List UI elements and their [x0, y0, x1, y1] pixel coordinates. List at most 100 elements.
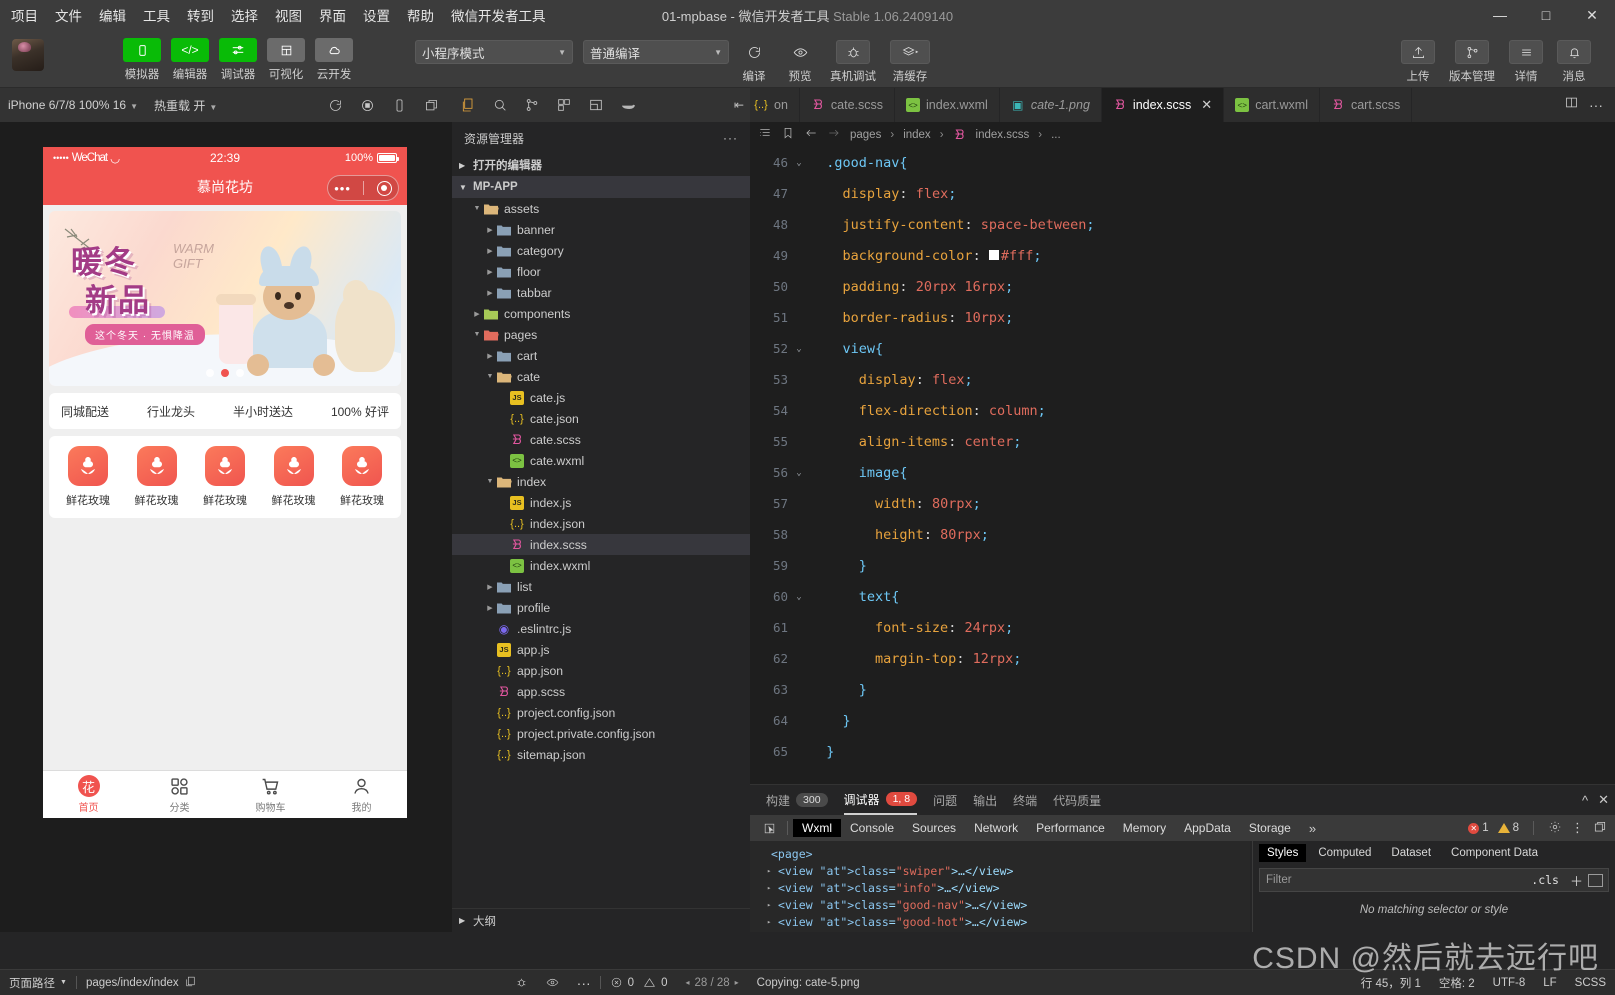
tabbar-item-profile[interactable]: 我的 [316, 771, 407, 818]
menu-item-4[interactable]: 转到 [185, 3, 216, 27]
menu-item-8[interactable]: 设置 [361, 3, 392, 27]
banner-swiper[interactable]: 暖冬 新品 WARM GIFT 这个冬天 · 无惧降温 [49, 211, 401, 386]
preview-button[interactable]: 预览 [781, 40, 819, 84]
code-line-48[interactable]: 48 justify-content: space-between; [750, 209, 1615, 240]
code-line-65[interactable]: 65 } [750, 736, 1615, 767]
code-line-46[interactable]: 46 ⌄ .good-nav{ [750, 147, 1615, 178]
code-line-63[interactable]: 63 } [750, 674, 1615, 705]
banner-pagination[interactable] [49, 369, 401, 377]
panel-tab-problems[interactable]: 问题 [933, 785, 957, 815]
tree-item-cate-json[interactable]: ▶{..}cate.json [452, 408, 750, 429]
tree-item-assets[interactable]: ▼ assets [452, 198, 750, 219]
menu-item-10[interactable]: 微信开发者工具 [449, 3, 548, 27]
fold-toggle-icon[interactable]: ⌄ [788, 592, 810, 602]
code-line-62[interactable]: 62 margin-top: 12rpx; [750, 643, 1615, 674]
collapse-panel-icon[interactable]: ^ [1582, 793, 1588, 808]
menu-bar[interactable]: 项目 文件 编辑 工具 转到 选择 视图 界面 设置 帮助 微信开发者工具 [0, 3, 548, 27]
color-swatch[interactable] [988, 249, 999, 260]
code-line-60[interactable]: 60 ⌄ text{ [750, 581, 1615, 612]
simulator-button[interactable]: 模拟器 [118, 38, 166, 82]
hotreload-select[interactable]: 热重载 开 ▼ [146, 97, 225, 114]
dock-icon[interactable] [1593, 820, 1607, 837]
wxml-node-0[interactable]: <page> [760, 845, 1250, 862]
toggle-sidebar-icon[interactable] [1588, 873, 1603, 887]
banner-dot-2[interactable] [236, 369, 244, 377]
tree-item-project-private-config-json[interactable]: ▶{..}project.private.config.json [452, 723, 750, 744]
menu-item-0[interactable]: 项目 [9, 3, 40, 27]
panel-tab-terminal[interactable]: 终端 [1013, 785, 1037, 815]
wxml-node-1[interactable]: ▸ <view "at">class = "swiper" >…</view> [760, 862, 1250, 879]
status-more-icon[interactable]: ··· [568, 970, 600, 995]
menu-item-6[interactable]: 视图 [273, 3, 304, 27]
outline-icon[interactable] [758, 126, 772, 143]
status-encoding[interactable]: UTF-8 [1484, 970, 1535, 995]
tree-item-sitemap-json[interactable]: ▶{..}sitemap.json [452, 744, 750, 765]
add-rule-icon[interactable]: ＋ [1565, 871, 1588, 890]
banner-dot-0[interactable] [206, 369, 214, 377]
split-editor-icon[interactable] [1564, 95, 1579, 115]
editor-tab-0[interactable]: {..} on [750, 88, 800, 122]
close-icon-tab4[interactable]: ✕ [1201, 97, 1212, 113]
styles-tab-component-data[interactable]: Component Data [1443, 844, 1546, 862]
close-panel-icon[interactable]: ✕ [1598, 792, 1609, 808]
code-line-56[interactable]: 56 ⌄ image{ [750, 457, 1615, 488]
cls-button[interactable]: .cls [1525, 873, 1565, 887]
files-icon[interactable] [452, 90, 484, 120]
status-progress[interactable]: ◂ 28 / 28 ▸ [676, 970, 747, 995]
status-cursor-position[interactable]: 行 45，列 1 [1352, 970, 1430, 995]
extensions-icon[interactable] [548, 90, 580, 120]
panel-tab-build[interactable]: 构建 300 [766, 785, 828, 815]
collapse-icon[interactable]: ⇤ [734, 98, 750, 112]
tree-item-index-wxml[interactable]: ▶<>index.wxml [452, 555, 750, 576]
panel-tab-debugger[interactable]: 调试器 1, 8 [843, 785, 918, 815]
window-icon[interactable] [416, 92, 446, 118]
styles-tab-computed[interactable]: Computed [1310, 844, 1379, 862]
status-eol[interactable]: LF [1534, 970, 1565, 995]
debugger-button[interactable]: 调试器 [214, 38, 262, 82]
code-line-52[interactable]: 52 ⌄ view{ [750, 333, 1615, 364]
back-icon[interactable] [804, 126, 818, 143]
tree-item-index-json[interactable]: ▶{..}index.json [452, 513, 750, 534]
version-control-button[interactable]: 版本管理 [1445, 40, 1499, 84]
code-content[interactable]: 46 ⌄ .good-nav{47 display: flex; 48 justif… [750, 147, 1615, 784]
tree-item-floor[interactable]: ▶ floor [452, 261, 750, 282]
tree-item-cart[interactable]: ▶ cart [452, 345, 750, 366]
search-icon[interactable] [484, 90, 516, 120]
warning-badge[interactable]: 8 [1497, 822, 1519, 834]
wxml-tree[interactable]: <page> ▸ <view "at">class = "swiper" >…</view… [750, 841, 1250, 932]
more-icon-tabs[interactable]: ··· [1589, 97, 1603, 113]
tree-item-list[interactable]: ▶ list [452, 576, 750, 597]
good-nav-item-4[interactable]: 鲜花玫瑰 [331, 446, 393, 508]
editor-tab-6[interactable]: ᗽ cart.scss [1319, 88, 1413, 122]
tree-item-index-js[interactable]: ▶JSindex.js [452, 492, 750, 513]
menu-item-3[interactable]: 工具 [141, 3, 172, 27]
panel-tab-output[interactable]: 输出 [973, 785, 997, 815]
tree-item-cate[interactable]: ▼ cate [452, 366, 750, 387]
code-line-47[interactable]: 47 display: flex; [750, 178, 1615, 209]
tree-item-cate-scss[interactable]: ▶ᗽcate.scss [452, 429, 750, 450]
copy-icon[interactable] [184, 975, 197, 991]
clear-cache-button[interactable]: 清缓存 [887, 40, 933, 84]
good-nav-item-0[interactable]: 鲜花玫瑰 [57, 446, 119, 508]
breadcrumb-part-2[interactable]: index.scss [976, 129, 1030, 141]
open-editors-section[interactable]: ▶ 打开的编辑器 [452, 154, 750, 176]
status-warnings[interactable]: 0 [643, 970, 676, 995]
source-control-icon[interactable] [516, 90, 548, 120]
inspect-element-icon[interactable] [756, 818, 782, 838]
page-path-value-area[interactable]: pages/index/index [77, 970, 206, 995]
code-line-58[interactable]: 58 height: 80rpx; [750, 519, 1615, 550]
mode-select[interactable]: 小程序模式 ▼ [415, 40, 573, 64]
capsule-menu[interactable]: ••• [327, 175, 399, 201]
devtools-tab-wxml[interactable]: Wxml [793, 819, 841, 837]
refresh-icon-sim[interactable] [320, 92, 350, 118]
expand-icon[interactable]: ▸ [767, 867, 778, 875]
tree-item-app-json[interactable]: ▶{..}app.json [452, 660, 750, 681]
code-line-49[interactable]: 49 background-color: #fff; [750, 240, 1615, 271]
expand-icon[interactable]: ▸ [767, 901, 778, 909]
code-line-50[interactable]: 50 padding: 20rpx 16rpx; [750, 271, 1615, 302]
menu-item-5[interactable]: 选择 [229, 3, 260, 27]
debug-icon[interactable] [580, 90, 612, 120]
compile-select[interactable]: 普通编译 ▼ [583, 40, 729, 64]
tree-item-cate-js[interactable]: ▶JScate.js [452, 387, 750, 408]
tabbar-item-cart[interactable]: 购物车 [225, 771, 316, 818]
